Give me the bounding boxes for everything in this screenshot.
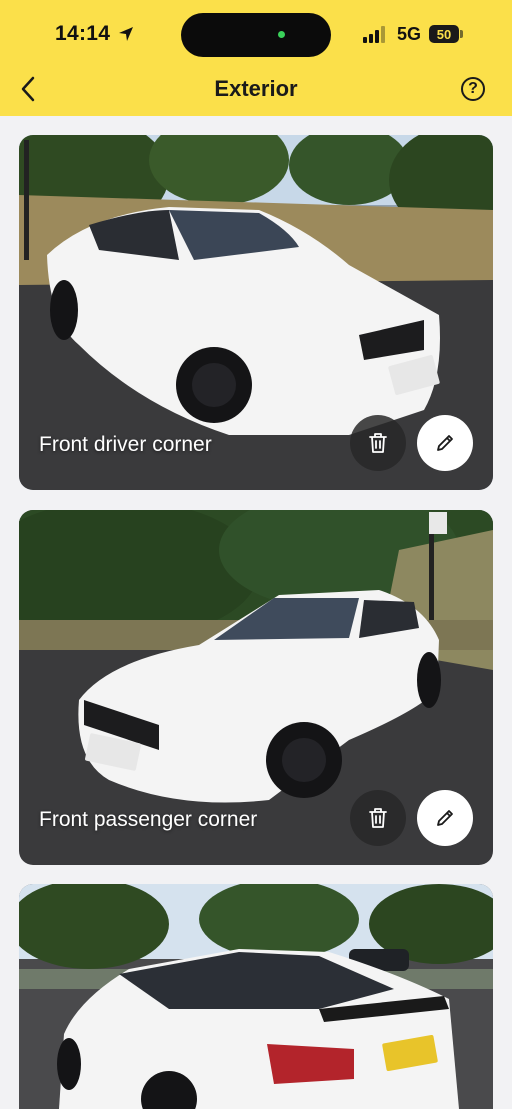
trash-icon (369, 433, 387, 453)
dynamic-island (181, 13, 331, 57)
status-time: 14:14 (55, 22, 111, 45)
battery-icon: 50 (429, 25, 459, 43)
delete-photo-button[interactable] (350, 415, 406, 471)
trash-icon (369, 808, 387, 828)
edit-photo-button[interactable] (417, 415, 473, 471)
signal-icon (363, 26, 385, 43)
location-arrow-icon (119, 27, 133, 41)
camera-indicator (278, 31, 285, 38)
app-header: 14:14 5G 50 Exterior ? (0, 0, 512, 116)
battery-tip (460, 30, 463, 38)
photo-label: Front driver corner (39, 433, 212, 456)
photo-card[interactable]: Front passenger corner (19, 510, 493, 865)
photo-card[interactable]: Front driver corner (19, 135, 493, 490)
edit-photo-button[interactable] (417, 790, 473, 846)
pencil-icon (437, 435, 453, 451)
photo-card[interactable] (19, 884, 493, 1109)
delete-photo-button[interactable] (350, 790, 406, 846)
battery-level: 50 (436, 26, 452, 42)
pencil-icon (437, 810, 453, 826)
help-icon[interactable]: ? (461, 77, 485, 101)
car-photo (19, 884, 493, 1109)
status-bar: 14:14 5G 50 (0, 0, 512, 70)
page-title: Exterior (214, 76, 298, 101)
network-type: 5G (397, 24, 422, 44)
photo-label: Front passenger corner (39, 808, 258, 831)
